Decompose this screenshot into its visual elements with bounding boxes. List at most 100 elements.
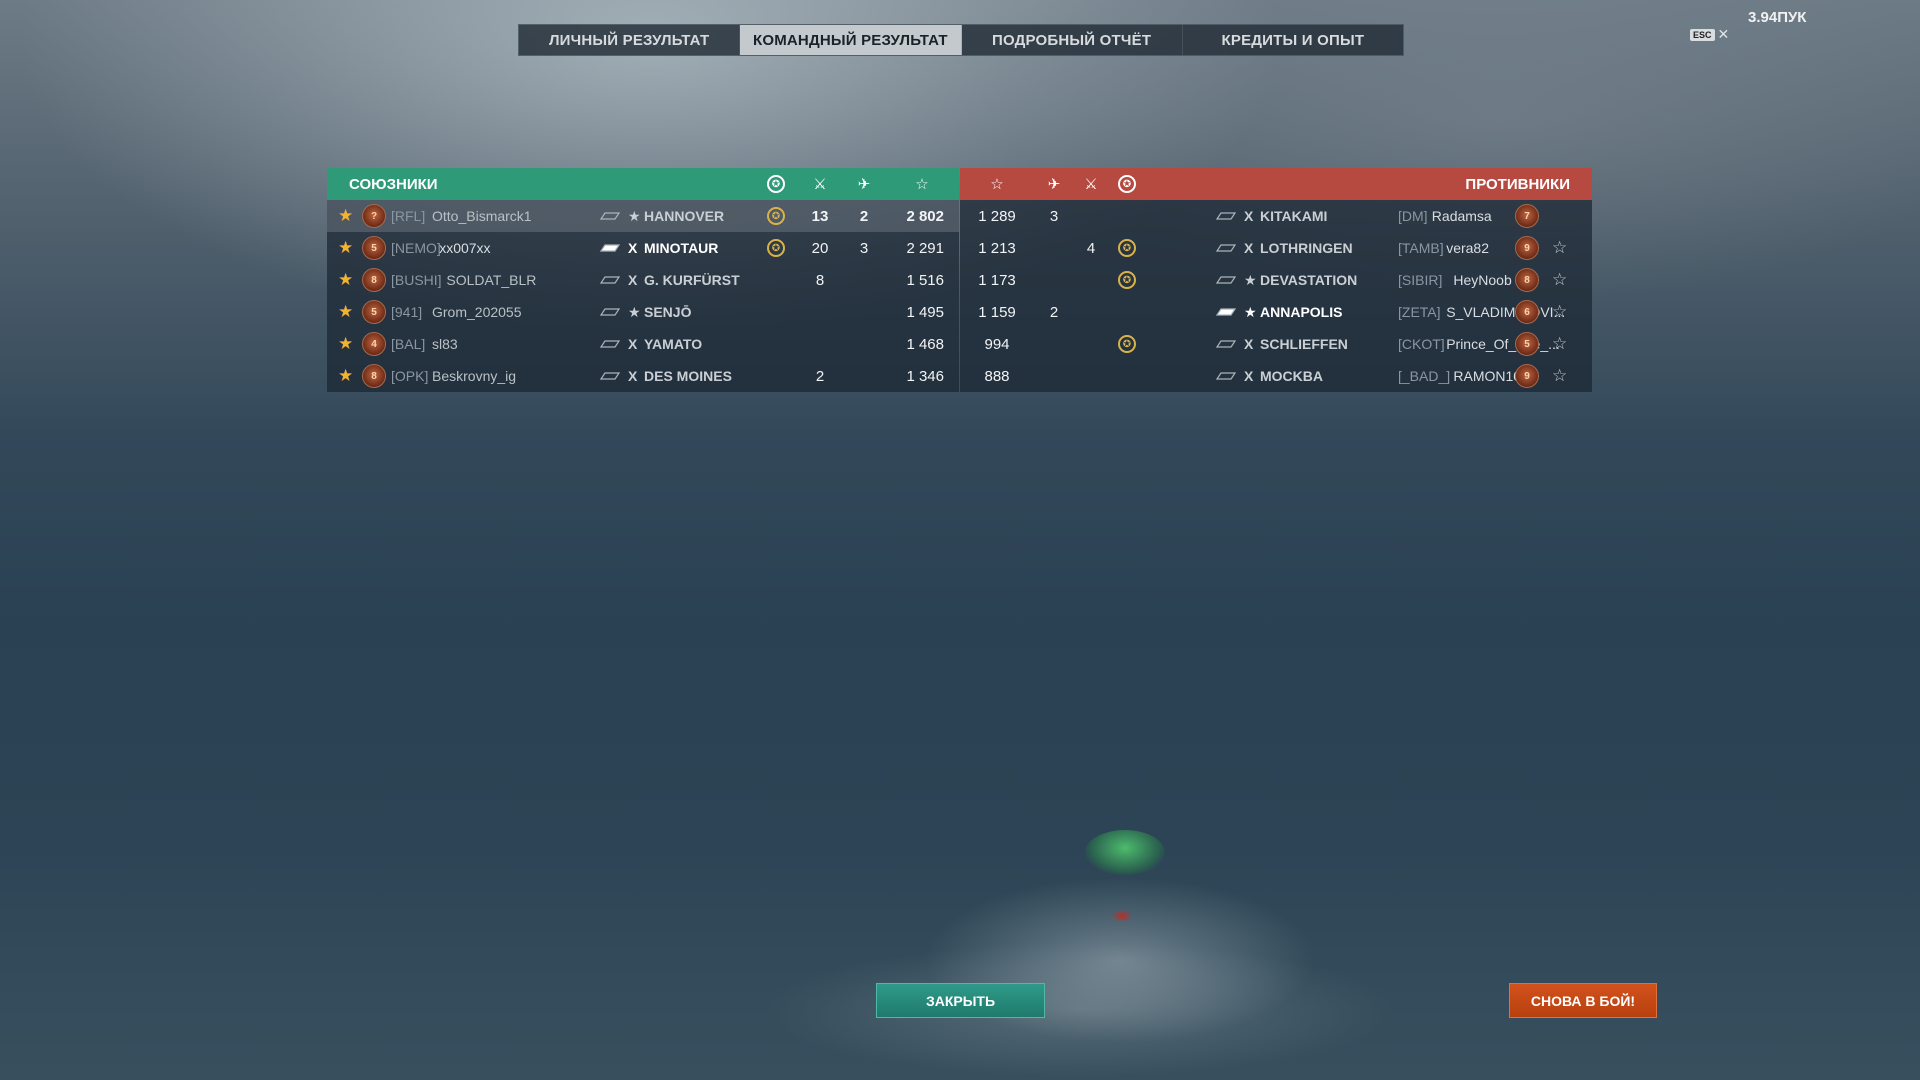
table-row[interactable]: ★ 5 [941] Grom_202055 ★ SENJŌ 1 495 — [327, 296, 959, 328]
fps-counter: 3.94ПУК — [1748, 9, 1807, 26]
player-name: S_VLADIMIROVI... — [1446, 304, 1566, 320]
table-row[interactable]: ★ 8 [OPK] Beskrovny_ig X DES MOINES 2 1 346 — [327, 360, 959, 392]
kills-value: 2 — [815, 367, 825, 385]
kills-value — [1076, 360, 1106, 392]
table-row[interactable]: ★ 8 [BUSHI] SOLDAT_BLR X G. KURFÜRST 8 1 516 — [327, 264, 959, 296]
team-results-board: СОЮЗНИКИ ✪ ⚔ ✈ ☆ ★? [RFL] Otto_Bismarck1 ★ H… — [327, 168, 1592, 392]
rank-badge: 8 — [362, 264, 386, 296]
ship-icon — [1216, 328, 1236, 360]
ship-tier: X — [628, 272, 638, 288]
rank-icon: 8 — [362, 364, 386, 388]
player-clan: [NEMO] — [391, 240, 441, 256]
rank-icon: 5 — [362, 236, 386, 260]
planes-value: 2 — [1049, 303, 1059, 321]
ship-icon — [600, 232, 620, 264]
enemies-header: ☆ ✈ ⚔ ✪ ПРОТИВНИКИ — [960, 168, 1592, 200]
player-clan: [941] — [391, 304, 423, 320]
kills-value: 4 — [1086, 239, 1096, 257]
xp-value: 2 291 — [906, 239, 944, 257]
star-icon: ☆ — [1552, 334, 1568, 353]
ship-name: MOCKBA — [1260, 368, 1323, 384]
tab-detailed-report[interactable]: ПОДРОБНЫЙ ОТЧЁТ — [962, 25, 1183, 55]
xp-value: 1 495 — [906, 303, 944, 321]
tab-team-result[interactable]: КОМАНДНЫЙ РЕЗУЛЬТАТ — [740, 25, 962, 55]
crossed-swords-icon: ⚔ — [813, 176, 827, 193]
player-name: Beskrovny_ig — [432, 368, 517, 384]
ship-name: G. KURFÜRST — [644, 272, 740, 288]
ship-icon — [1216, 200, 1236, 232]
rank-badge: 6 — [1515, 296, 1539, 328]
planes-value — [849, 296, 879, 328]
enemies-rows: 1 289 3 X KITAKAMI [DM] Radamsa 7 1 213 4 ✪ X LOTHR… — [960, 200, 1592, 392]
kills-value: 13 — [811, 207, 829, 225]
planes-value — [1039, 328, 1069, 360]
star-icon: ★ — [338, 238, 354, 257]
star-icon: ☆ — [1552, 302, 1568, 321]
table-row[interactable]: 1 159 2 ★ ANNAPOLIS [ZETA] S_VLADIMIROVI... 6 ☆ — [960, 296, 1592, 328]
buoy-light — [1085, 830, 1165, 875]
player-clan: [BUSHI] — [391, 272, 442, 288]
player-name: Otto_Bismarck1 — [432, 208, 532, 224]
player-clan: [RFL] — [391, 208, 426, 224]
tab-credits-xp[interactable]: КРЕДИТЫ И ОПЫТ — [1183, 25, 1403, 55]
table-row[interactable]: 994 ✪ X SCHLIEFFEN [CKOT] Prince_Of_The_... 5 ☆ — [960, 328, 1592, 360]
star-icon: ☆ — [1552, 238, 1568, 257]
ship-icon — [600, 200, 620, 232]
rank-icon: 8 — [1515, 268, 1539, 292]
kills-value: 8 — [815, 271, 825, 289]
battle-again-button[interactable]: СНОВА В БОЙ! — [1509, 983, 1657, 1018]
table-row[interactable]: ★ 4 [BAL] sl83 X YAMATO 1 468 — [327, 328, 959, 360]
ship-icon — [600, 264, 620, 296]
enemies-title: ПРОТИВНИКИ — [1465, 175, 1570, 193]
close-esc-button[interactable]: ESC ✕ — [1690, 26, 1729, 43]
ship-icon — [1216, 360, 1236, 392]
table-row[interactable]: 1 213 4 ✪ X LOTHRINGEN [TAMB] vera82 9 ☆ — [960, 232, 1592, 264]
kills-value — [1076, 264, 1106, 296]
table-row[interactable]: 888 X MOCKBA [_BAD_] RAMON101 9 ☆ — [960, 360, 1592, 392]
table-row[interactable]: 1 173 ✪ ★ DEVASTATION [SIBIR] HeyNoob 8 ☆ — [960, 264, 1592, 296]
ship-name: MINOTAUR — [644, 240, 719, 256]
ship-tier: X — [1244, 208, 1254, 224]
ship-tier: ★ — [628, 303, 641, 320]
player-name: Radamsa — [1431, 208, 1492, 224]
ship-name: DEVASTATION — [1260, 272, 1358, 288]
star-icon: ☆ — [915, 176, 929, 193]
allies-header: СОЮЗНИКИ ✪ ⚔ ✈ ☆ — [327, 168, 959, 200]
rank-icon: 8 — [362, 268, 386, 292]
kills-value — [805, 296, 835, 328]
table-row[interactable]: ★? [RFL] Otto_Bismarck1 ★ HANNOVER ✪ 13 2 2 802 — [327, 200, 959, 232]
rank-icon: 9 — [1515, 236, 1539, 260]
player-name: Prince_Of_The_... — [1446, 336, 1560, 352]
rank-badge: 9 — [1515, 232, 1539, 264]
wreath-icon: ✪ — [767, 200, 785, 232]
rank-badge: 9 — [1515, 360, 1539, 392]
ship-tier: ★ — [628, 207, 641, 224]
ship-tier: X — [1244, 368, 1254, 384]
ship-icon — [600, 328, 620, 360]
rank-icon: 7 — [1515, 204, 1539, 228]
ship-icon — [1216, 264, 1236, 296]
star-icon: ★ — [338, 206, 354, 225]
close-button[interactable]: ЗАКРЫТЬ — [876, 983, 1045, 1018]
allies-panel: СОЮЗНИКИ ✪ ⚔ ✈ ☆ ★? [RFL] Otto_Bismarck1 ★ H… — [327, 168, 959, 392]
wreath-icon: ✪ — [1118, 264, 1136, 296]
wreath-icon: ✪ — [1118, 232, 1136, 264]
rank-badge: 5 — [362, 296, 386, 328]
table-row[interactable]: 1 289 3 X KITAKAMI [DM] Radamsa 7 — [960, 200, 1592, 232]
ship-name: ANNAPOLIS — [1260, 304, 1343, 320]
kills-value — [1076, 296, 1106, 328]
xp-value: 1 468 — [906, 335, 944, 353]
player-name: xx007xx — [439, 240, 491, 256]
player-name: sl83 — [432, 336, 458, 352]
allies-rows: ★? [RFL] Otto_Bismarck1 ★ HANNOVER ✪ 13 2 2 802 ★… — [327, 200, 959, 392]
rank-badge: ? — [362, 200, 386, 232]
rank-icon: 5 — [362, 300, 386, 324]
table-row[interactable]: ★ 5 [NEMO] xx007xx X MINOTAUR ✪ 20 3 2 291 — [327, 232, 959, 264]
kills-value — [1076, 200, 1106, 232]
ship-name: LOTHRINGEN — [1260, 240, 1353, 256]
ship-tier: ★ — [1244, 271, 1257, 288]
star-icon: ★ — [338, 334, 354, 353]
enemies-panel: ☆ ✈ ⚔ ✪ ПРОТИВНИКИ 1 289 3 X KITAKAMI [DM] Ra… — [960, 168, 1592, 392]
tab-personal-result[interactable]: ЛИЧНЫЙ РЕЗУЛЬТАТ — [519, 25, 741, 55]
ship-name: KITAKAMI — [1260, 208, 1328, 224]
